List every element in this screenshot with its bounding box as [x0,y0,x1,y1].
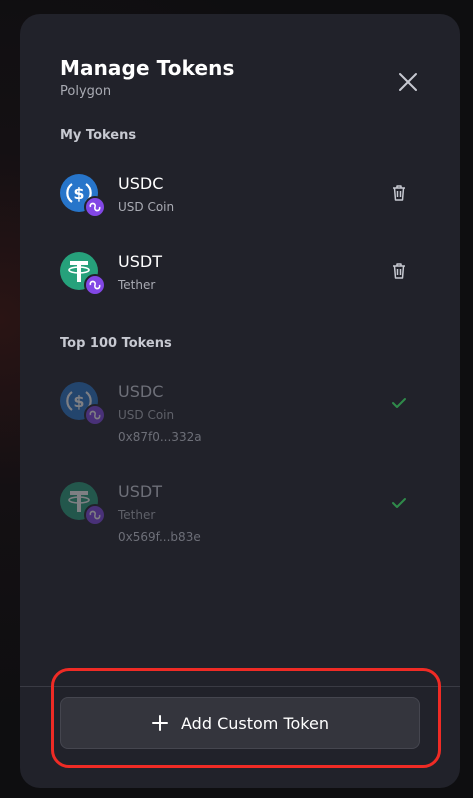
my-token-row-usdt: USDT Tether [60,252,420,312]
token-symbol: USDC [118,174,164,193]
add-custom-token-label: Add Custom Token [181,713,329,733]
manage-tokens-modal: Manage Tokens Polygon My Tokens $ USDC U… [20,14,460,788]
plus-icon [152,715,169,731]
trash-icon[interactable] [391,184,407,202]
my-tokens-label: My Tokens [60,128,137,143]
trash-icon[interactable] [391,262,407,280]
usdt-icon [60,252,106,296]
network-name: Polygon [60,84,112,99]
token-address: 0x87f0...332a [118,430,202,444]
add-custom-token-button[interactable]: Add Custom Token [60,697,420,749]
svg-text:$: $ [73,184,84,203]
token-name: USD Coin [118,408,175,422]
usdc-icon: $ [60,382,106,426]
usdt-icon [60,482,106,526]
check-icon [392,498,406,508]
token-name: Tether [118,508,156,522]
close-icon[interactable] [394,68,422,96]
token-symbol: USDC [118,382,164,401]
svg-text:$: $ [73,392,84,411]
usdc-icon: $ [60,174,106,218]
token-symbol: USDT [118,482,162,501]
top-tokens-label: Top 100 Tokens [60,336,172,351]
top-token-row-usdc[interactable]: $ USDC USD Coin 0x87f0...332a [60,382,420,444]
token-name: Tether [118,278,156,292]
my-token-row-usdc: $ USDC USD Coin [60,174,420,234]
top-token-row-usdt[interactable]: USDT Tether 0x569f...b83e [60,482,420,544]
footer-divider [20,686,460,687]
token-symbol: USDT [118,252,162,271]
token-name: USD Coin [118,200,175,214]
check-icon [392,398,406,408]
modal-title: Manage Tokens [60,56,235,80]
token-address: 0x569f...b83e [118,530,201,544]
